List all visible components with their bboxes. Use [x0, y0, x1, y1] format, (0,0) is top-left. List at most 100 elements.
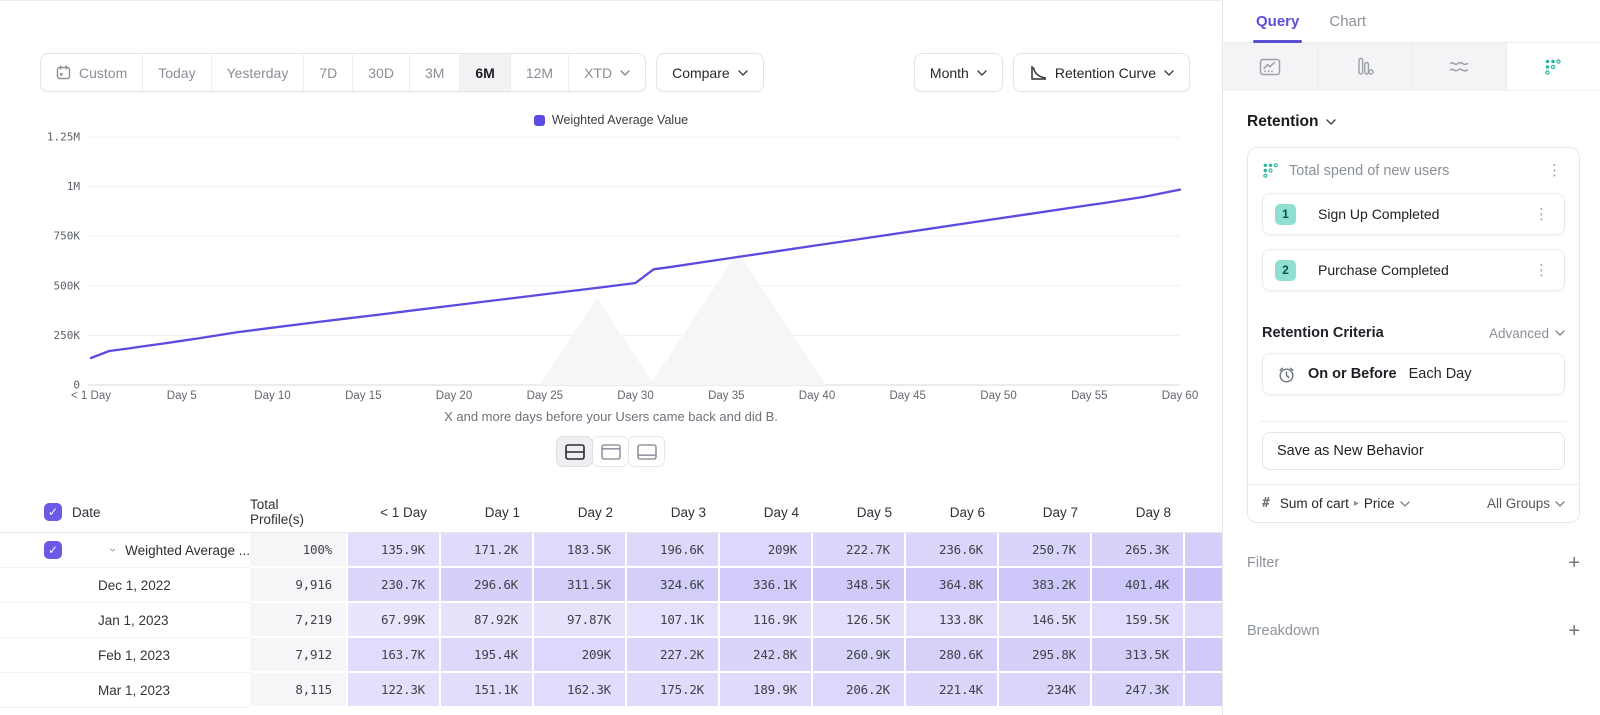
range-6m[interactable]: 6M — [460, 54, 510, 91]
chart-legend[interactable]: Weighted Average Value — [0, 113, 1222, 127]
layout-toggle-chart-top-view[interactable] — [592, 436, 629, 467]
retention-value-cell[interactable]: 126.5K — [813, 603, 906, 638]
retention-value-cell[interactable]: 67.99K — [348, 603, 441, 638]
retention-value-cell[interactable]: 196.6K — [627, 533, 720, 568]
retention-value-cell[interactable]: 107.1K — [627, 603, 720, 638]
kebab-menu-icon[interactable]: ⋮ — [1531, 263, 1552, 278]
kebab-menu-icon[interactable]: ⋮ — [1544, 163, 1565, 178]
chart-type-retention[interactable] — [1507, 43, 1600, 90]
retention-value-cell[interactable]: 195.4K — [441, 638, 534, 673]
chart-type-button[interactable]: Retention Curve — [1013, 53, 1190, 92]
retention-value-cell[interactable]: 162.3K — [534, 673, 627, 708]
granularity-button[interactable]: Month — [914, 53, 1003, 92]
retention-value-cell[interactable]: 311.5K — [534, 568, 627, 603]
retention-value-cell[interactable]: 163.7K — [348, 638, 441, 673]
retention-timing-control[interactable]: On or Before Each Day — [1262, 353, 1565, 395]
row-checkbox[interactable]: ✓ — [44, 541, 62, 559]
retention-value-cell[interactable]: 401.4K — [1092, 568, 1185, 603]
select-all-checkbox[interactable]: ✓ — [44, 503, 62, 521]
retention-value-cell[interactable]: 260.9K — [813, 638, 906, 673]
range-today[interactable]: Today — [143, 54, 211, 91]
breakdown-section[interactable]: Breakdown + — [1247, 621, 1580, 641]
header-cell-1[interactable]: Total Profile(s) — [250, 492, 348, 532]
retention-value-cell[interactable]: 265.3K — [1092, 533, 1185, 568]
retention-value-cell-clipped[interactable] — [1185, 638, 1222, 673]
retention-value-cell[interactable]: 206.2K — [813, 673, 906, 708]
range-yesterday[interactable]: Yesterday — [212, 54, 305, 91]
retention-value-cell[interactable]: 209K — [534, 638, 627, 673]
measurement-dropdown[interactable]: Sum of cart ▸ Price — [1280, 496, 1477, 511]
retention-value-cell[interactable]: 227.2K — [627, 638, 720, 673]
retention-value-cell[interactable]: 221.4K — [906, 673, 999, 708]
header-cell-10[interactable]: Day 8 — [1092, 492, 1185, 532]
retention-value-cell[interactable]: 383.2K — [999, 568, 1092, 603]
retention-value-cell[interactable]: 364.8K — [906, 568, 999, 603]
retention-value-cell-clipped[interactable] — [1185, 533, 1222, 568]
retention-value-cell[interactable]: 295.8K — [999, 638, 1092, 673]
retention-value-cell[interactable]: 296.6K — [441, 568, 534, 603]
retention-value-cell[interactable]: 348.5K — [813, 568, 906, 603]
behavior-step-2[interactable]: 2Purchase Completed⋮ — [1262, 249, 1565, 291]
retention-value-cell[interactable]: 189.9K — [720, 673, 813, 708]
filter-section[interactable]: Filter + — [1247, 553, 1580, 573]
retention-value-cell[interactable]: 234K — [999, 673, 1092, 708]
header-cell-4[interactable]: Day 2 — [534, 492, 627, 532]
header-cell-9[interactable]: Day 7 — [999, 492, 1092, 532]
header-cell-7[interactable]: Day 5 — [813, 492, 906, 532]
save-as-new-behavior-button[interactable]: Save as New Behavior — [1262, 432, 1565, 470]
retention-value-cell[interactable]: 209K — [720, 533, 813, 568]
layout-toggle-table-bottom-view[interactable] — [628, 436, 665, 467]
range-custom[interactable]: Custom — [41, 54, 143, 91]
layout-toggle-split-view[interactable] — [556, 436, 593, 467]
tab-chart[interactable]: Chart — [1329, 0, 1366, 42]
retention-value-cell[interactable]: 324.6K — [627, 568, 720, 603]
retention-value-cell[interactable]: 133.8K — [906, 603, 999, 638]
tab-query[interactable]: Query — [1256, 0, 1299, 42]
retention-value-cell-clipped[interactable] — [1185, 568, 1222, 603]
retention-value-cell[interactable]: 230.7K — [348, 568, 441, 603]
header-cell-8[interactable]: Day 6 — [906, 492, 999, 532]
range-xtd[interactable]: XTD — [569, 54, 645, 91]
row-expander-icon[interactable] — [110, 547, 115, 553]
retention-value-cell[interactable]: 222.7K — [813, 533, 906, 568]
retention-value-cell[interactable]: 280.6K — [906, 638, 999, 673]
range-30d[interactable]: 30D — [353, 54, 410, 91]
header-cell-2[interactable]: < 1 Day — [348, 492, 441, 532]
retention-value-cell[interactable]: 242.8K — [720, 638, 813, 673]
report-kind-dropdown[interactable]: Retention — [1247, 113, 1580, 131]
range-12m[interactable]: 12M — [511, 54, 569, 91]
criteria-mode-dropdown[interactable]: Advanced — [1489, 326, 1565, 341]
retention-value-cell[interactable]: 336.1K — [720, 568, 813, 603]
chart-type-insights[interactable] — [1223, 43, 1318, 90]
retention-value-cell-clipped[interactable] — [1185, 603, 1222, 638]
retention-value-cell[interactable]: 247.3K — [1092, 673, 1185, 708]
header-cell-5[interactable]: Day 3 — [627, 492, 720, 532]
retention-value-cell[interactable]: 151.1K — [441, 673, 534, 708]
chart-type-funnels[interactable] — [1318, 43, 1413, 90]
header-cell-date[interactable]: ✓Date — [0, 492, 250, 532]
retention-value-cell[interactable]: 171.2K — [441, 533, 534, 568]
retention-value-cell[interactable]: 313.5K — [1092, 638, 1185, 673]
retention-value-cell[interactable]: 159.5K — [1092, 603, 1185, 638]
add-filter-icon[interactable]: + — [1568, 553, 1580, 573]
header-cell-3[interactable]: Day 1 — [441, 492, 534, 532]
groups-dropdown[interactable]: All Groups — [1487, 496, 1565, 511]
kebab-menu-icon[interactable]: ⋮ — [1531, 207, 1552, 222]
retention-value-cell[interactable]: 175.2K — [627, 673, 720, 708]
retention-value-cell[interactable]: 97.87K — [534, 603, 627, 638]
retention-value-cell[interactable]: 146.5K — [999, 603, 1092, 638]
retention-value-cell[interactable]: 183.5K — [534, 533, 627, 568]
add-breakdown-icon[interactable]: + — [1568, 621, 1580, 641]
compare-button[interactable]: Compare — [656, 53, 764, 92]
retention-value-cell[interactable]: 236.6K — [906, 533, 999, 568]
chart-type-flows[interactable] — [1412, 43, 1507, 90]
range-3m[interactable]: 3M — [410, 54, 460, 91]
range-7d[interactable]: 7D — [304, 54, 353, 91]
retention-value-cell[interactable]: 122.3K — [348, 673, 441, 708]
retention-value-cell[interactable]: 87.92K — [441, 603, 534, 638]
retention-value-cell-clipped[interactable] — [1185, 673, 1222, 708]
header-cell-6[interactable]: Day 4 — [720, 492, 813, 532]
retention-value-cell[interactable]: 116.9K — [720, 603, 813, 638]
behavior-step-1[interactable]: 1Sign Up Completed⋮ — [1262, 193, 1565, 235]
retention-value-cell[interactable]: 135.9K — [348, 533, 441, 568]
